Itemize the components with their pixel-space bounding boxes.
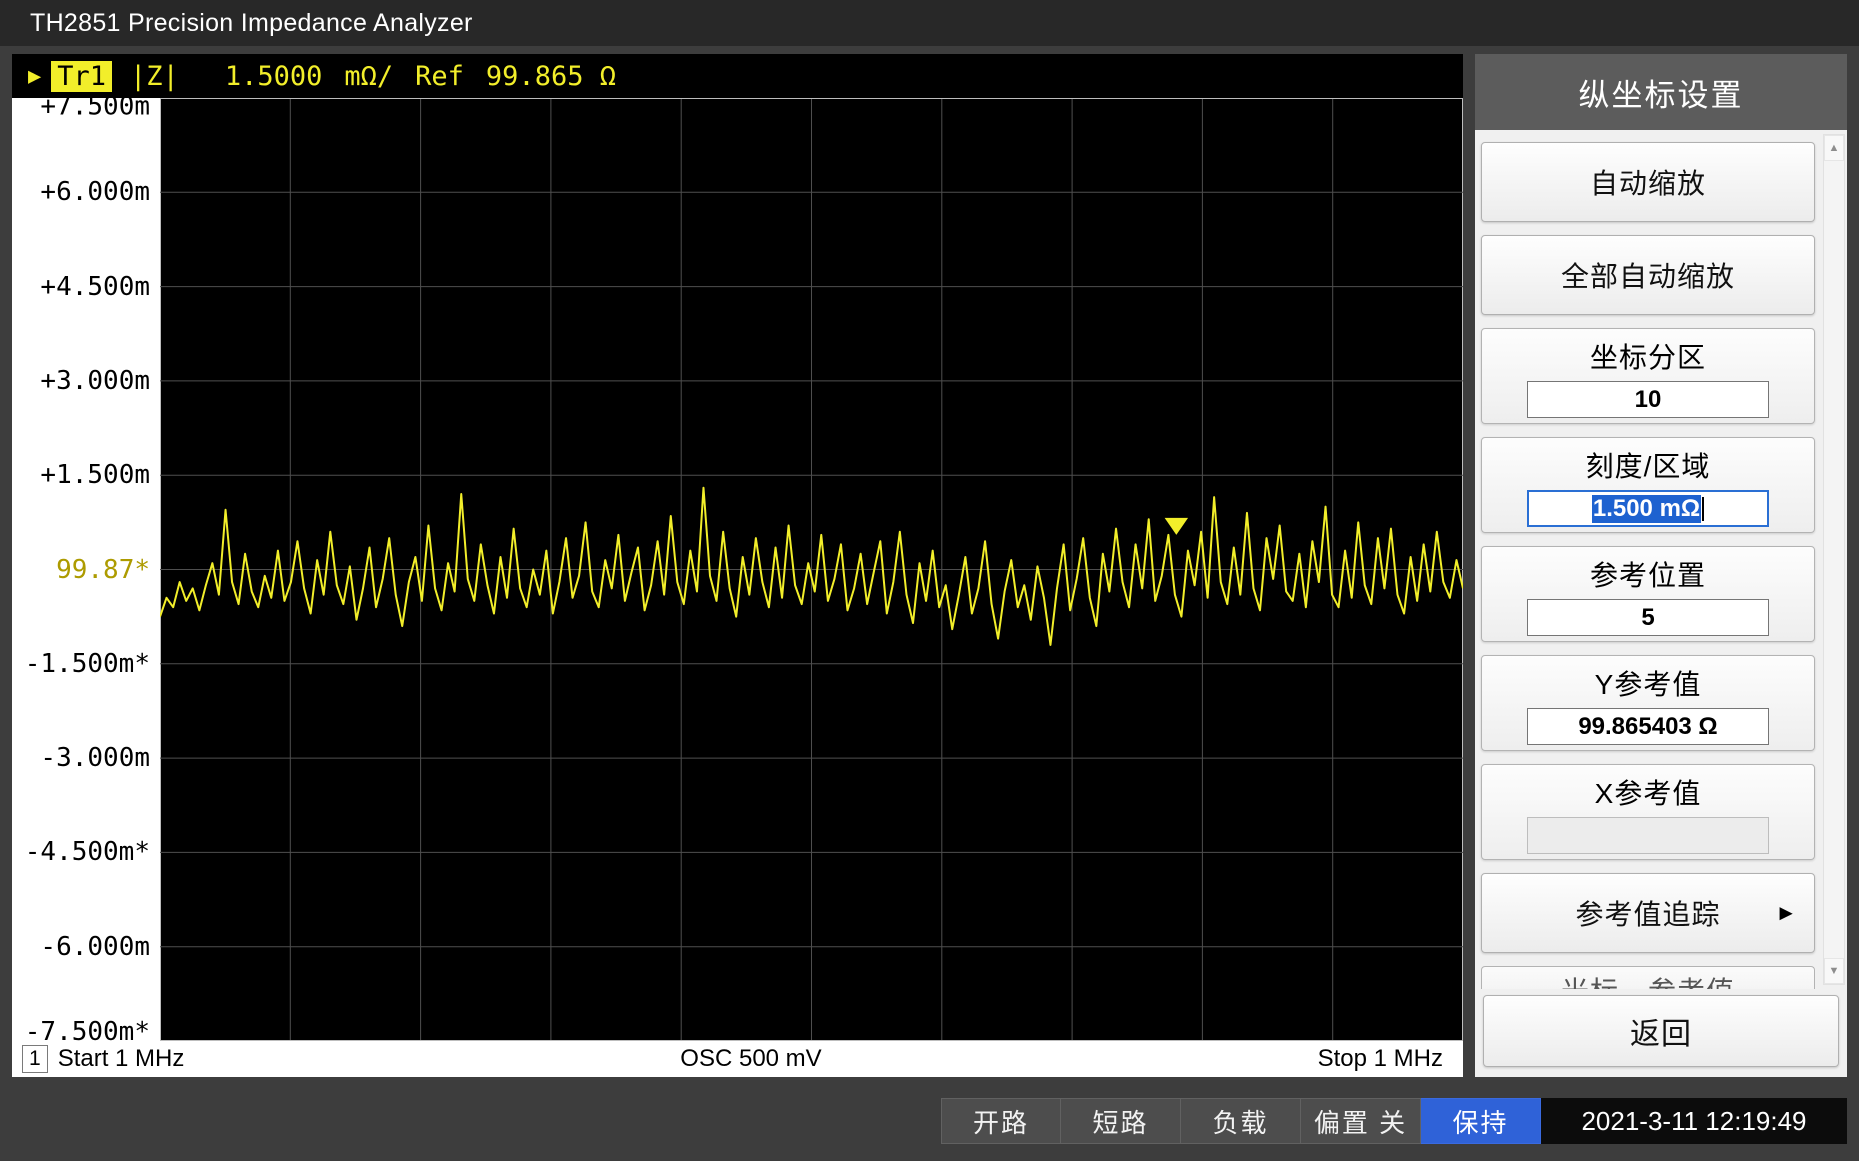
scrollbar-track[interactable]	[1824, 161, 1844, 958]
y-tick-label: +3.000m	[40, 366, 150, 396]
y-tick-label: -4.500m*	[25, 837, 150, 867]
scale-per-div-group: 刻度/区域 1.500 mΩ	[1481, 437, 1815, 533]
y-tick-label: +6.000m	[40, 177, 150, 207]
y-tick-label: +4.500m	[40, 272, 150, 302]
stop-frequency-label: Stop 1 MHz	[1318, 1045, 1459, 1073]
y-ref-group: Y参考值 99.865403 Ω	[1481, 655, 1815, 751]
bias-toggle-button[interactable]: 偏置 关	[1301, 1098, 1421, 1144]
selected-input-text: 1.500 mΩ	[1592, 495, 1701, 523]
scale-per-div-input[interactable]: 1.500 mΩ	[1527, 490, 1769, 527]
text-caret	[1702, 497, 1704, 521]
scroll-up-icon[interactable]: ▲	[1824, 135, 1844, 161]
osc-level-label: OSC 500 mV	[184, 1045, 1317, 1073]
chart-svg	[160, 98, 1463, 1041]
y-tick-label: +1.500m	[40, 460, 150, 490]
active-trace-pointer-icon: ▶	[28, 64, 41, 89]
y-tick-label: -1.500m*	[25, 649, 150, 679]
y-axis-labels: +7.500m+6.000m+4.500m+3.000m+1.500m99.87…	[12, 98, 160, 1041]
scale-per-div-label: 刻度/区域	[1482, 445, 1814, 485]
y-tick-label: +7.500m	[40, 91, 150, 121]
main-area: ▶ Tr1 |Z| 1.5000 mΩ/ Ref 99.865 Ω +7.500…	[0, 46, 1859, 1097]
panel-scroll-area: 自动缩放 全部自动缩放 坐标分区 10 刻度/区域 1.500 mΩ 参考位置 …	[1475, 130, 1847, 989]
datetime-display: 2021-3-11 12:19:49	[1541, 1098, 1847, 1144]
trace-name-badge[interactable]: Tr1	[51, 61, 112, 92]
trace-ref-value: 99.865 Ω	[486, 61, 616, 92]
status-bar: 开路 短路 负载 偏置 关 保持 2021-3-11 12:19:49	[12, 1097, 1847, 1145]
chart-plot-area[interactable]	[160, 98, 1463, 1041]
x-ref-input[interactable]	[1527, 817, 1769, 854]
trace-scale-value: 1.5000	[225, 61, 323, 92]
x-ref-group: X参考值	[1481, 764, 1815, 860]
divisions-input[interactable]: 10	[1527, 381, 1769, 418]
plot-body: +7.500m+6.000m+4.500m+3.000m+1.500m99.87…	[12, 98, 1463, 1041]
y-ref-label: Y参考值	[1482, 663, 1814, 703]
cursor-to-ref-button[interactable]: 光标→参考值	[1481, 966, 1815, 989]
auto-scale-all-button[interactable]: 全部自动缩放	[1481, 235, 1815, 315]
scroll-down-icon[interactable]: ▼	[1824, 958, 1844, 984]
y-tick-label: 99.87*	[56, 555, 150, 585]
back-button[interactable]: 返回	[1483, 995, 1839, 1067]
x-start-label: 1 Start 1 MHz	[16, 1045, 184, 1073]
trace-info-bar: ▶ Tr1 |Z| 1.5000 mΩ/ Ref 99.865 Ω	[12, 54, 1463, 98]
x-ref-label: X参考值	[1482, 772, 1814, 812]
auto-scale-button[interactable]: 自动缩放	[1481, 142, 1815, 222]
y-tick-label: -6.000m	[40, 932, 150, 962]
marker-icon[interactable]	[1165, 518, 1188, 535]
ref-position-label: 参考位置	[1482, 554, 1814, 594]
hold-button[interactable]: 保持	[1421, 1098, 1541, 1144]
open-correction-button[interactable]: 开路	[941, 1098, 1061, 1144]
y-tick-label: -7.500m*	[25, 1017, 150, 1047]
panel-scrollbar[interactable]: ▲ ▼	[1823, 134, 1845, 985]
submenu-arrow-icon: ►	[1775, 900, 1798, 926]
panel-title: 纵坐标设置	[1475, 54, 1847, 130]
load-correction-button[interactable]: 负载	[1181, 1098, 1301, 1144]
trace-parameter[interactable]: |Z|	[130, 61, 179, 92]
window-title: TH2851 Precision Impedance Analyzer	[0, 0, 1859, 46]
short-correction-button[interactable]: 短路	[1061, 1098, 1181, 1144]
y-axis-settings-panel: 纵坐标设置 自动缩放 全部自动缩放 坐标分区 10 刻度/区域 1.500 mΩ…	[1475, 54, 1847, 1077]
start-frequency-label: Start 1 MHz	[58, 1045, 185, 1073]
x-axis-footer: 1 Start 1 MHz OSC 500 mV Stop 1 MHz	[12, 1041, 1463, 1077]
y-ref-input[interactable]: 99.865403 Ω	[1527, 708, 1769, 745]
trace-scale-unit: mΩ/	[344, 61, 393, 92]
ref-value-tracking-label: 参考值追踪	[1575, 893, 1720, 933]
divisions-group: 坐标分区 10	[1481, 328, 1815, 424]
ref-value-tracking-button[interactable]: 参考值追踪 ►	[1481, 873, 1815, 953]
divisions-label: 坐标分区	[1482, 336, 1814, 376]
ref-position-group: 参考位置 5	[1481, 546, 1815, 642]
y-tick-label: -3.000m	[40, 743, 150, 773]
ref-position-input[interactable]: 5	[1527, 599, 1769, 636]
trace-ref-label: Ref	[415, 61, 464, 92]
plot-panel: ▶ Tr1 |Z| 1.5000 mΩ/ Ref 99.865 Ω +7.500…	[12, 54, 1463, 1077]
channel-indicator: 1	[22, 1045, 48, 1073]
